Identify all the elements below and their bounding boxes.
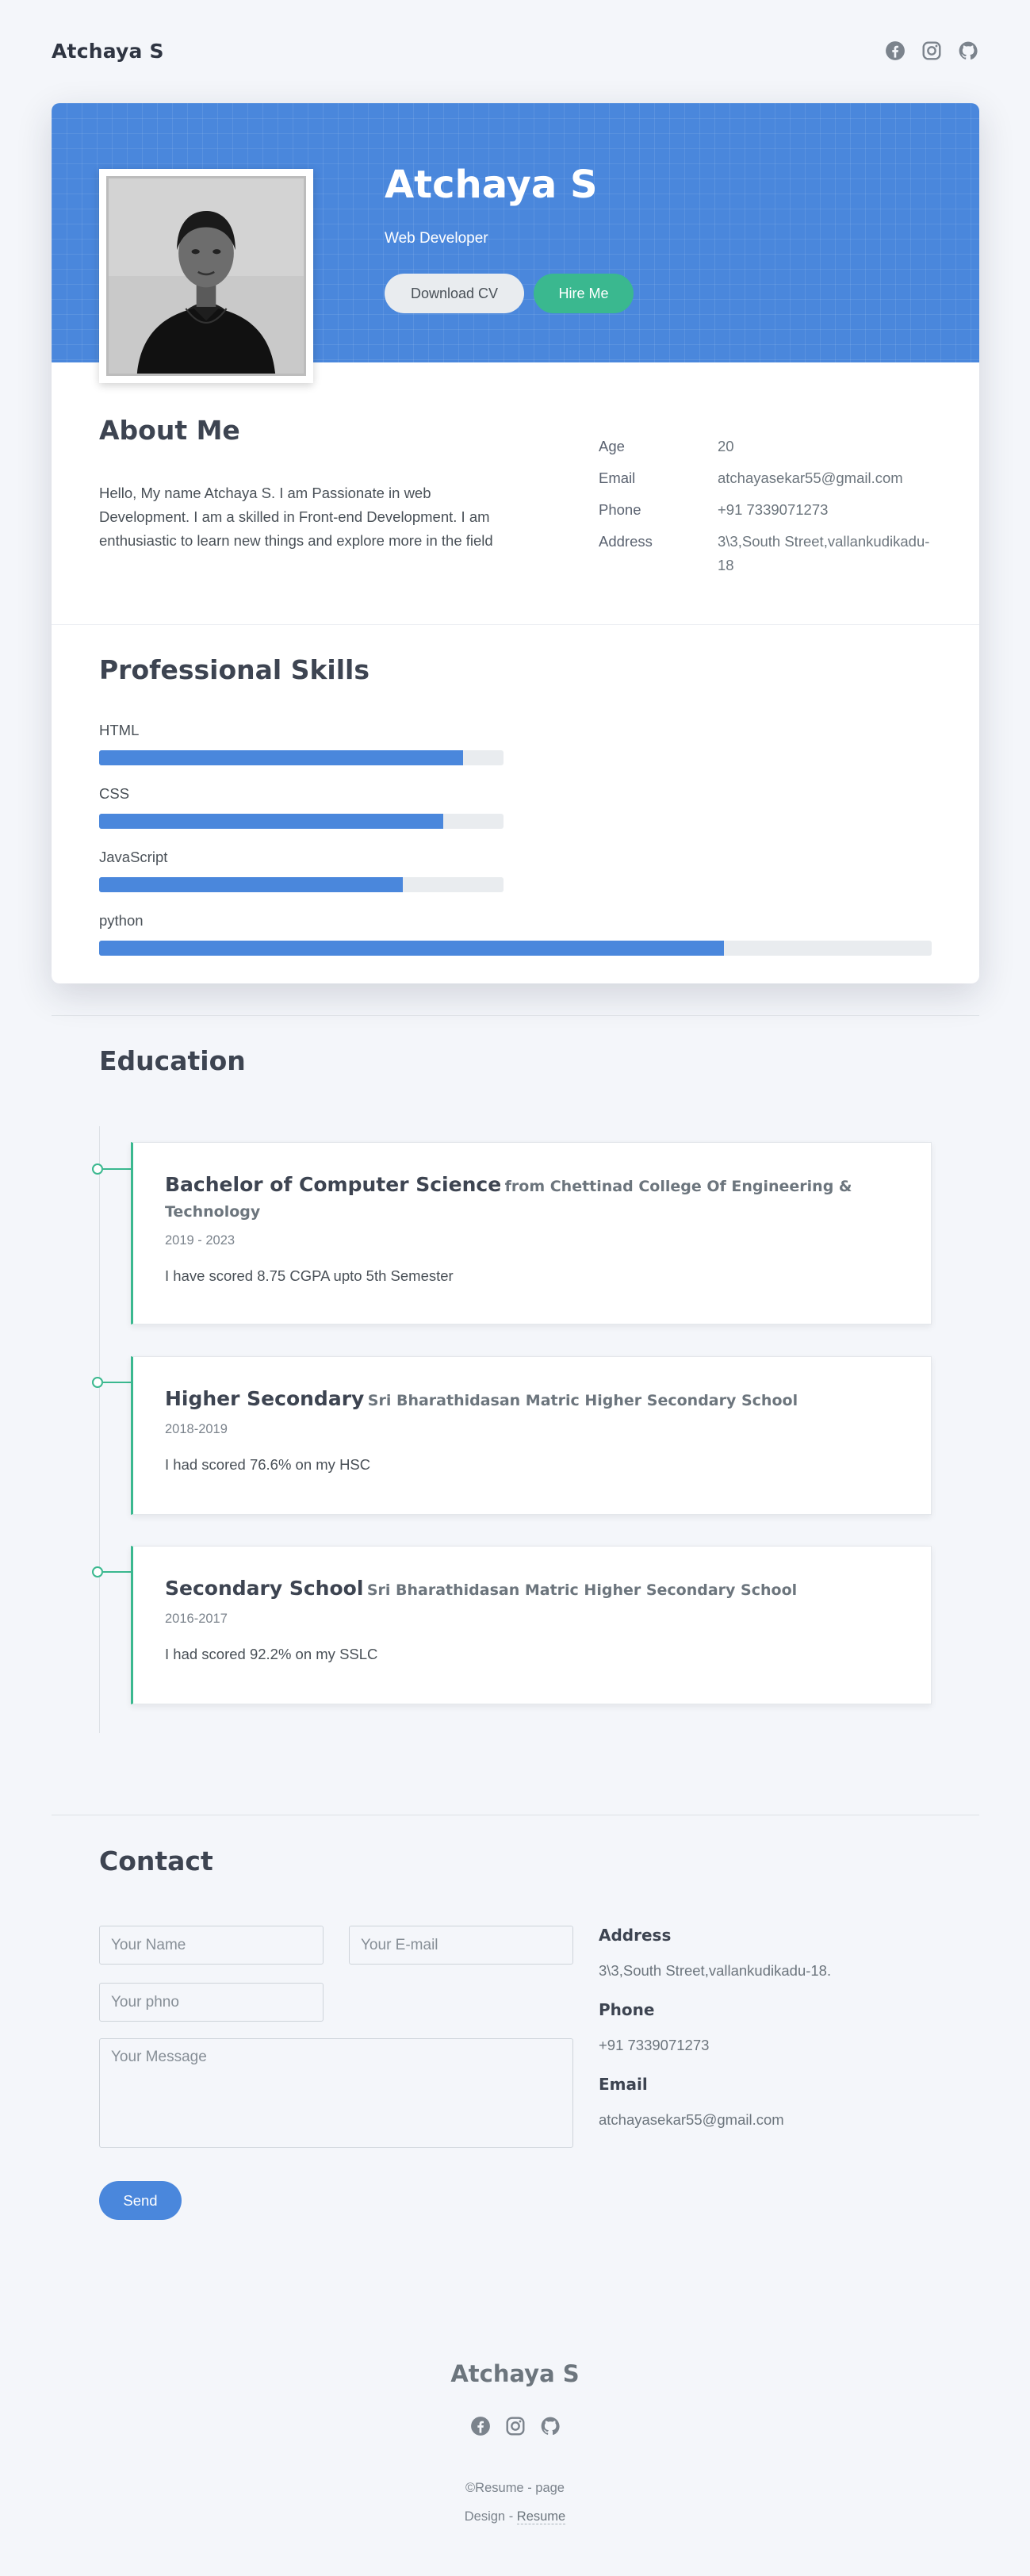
instagram-icon[interactable] (504, 2415, 526, 2437)
footer-social-links (0, 2415, 1030, 2437)
contact-email: Email atchayasekar55@gmail.com (599, 2075, 963, 2129)
education-description: I have scored 8.75 CGPA upto 5th Semeste… (165, 1267, 454, 1284)
education-item: Bachelor of Computer Science from Chetti… (131, 1142, 932, 1324)
skill-bar (99, 877, 504, 892)
skill-label: HTML (99, 722, 140, 738)
hero-role: Web Developer (385, 230, 488, 247)
skill-python: python (99, 912, 932, 956)
info-row-email: Email atchayasekar55@gmail.com (599, 466, 932, 490)
education-years: 2016-2017 (165, 1612, 228, 1626)
school-name: Sri Bharathidasan Matric Higher Secondar… (366, 1581, 798, 1599)
name-input[interactable] (99, 1926, 324, 1965)
education-description: I had scored 76.6% on my HSC (165, 1456, 371, 1473)
facebook-icon[interactable] (884, 40, 906, 62)
skill-bar (99, 814, 504, 829)
info-value: atchayasekar55@gmail.com (718, 470, 903, 486)
timeline-dot (92, 1566, 103, 1577)
email-input[interactable] (349, 1926, 573, 1965)
education-item: Secondary School Sri Bharathidasan Matri… (131, 1546, 932, 1704)
contact-address-value: 3\3,South Street,vallankudikadu-18. (599, 1962, 832, 1979)
contact-address: Address 3\3,South Street,vallankudikadu-… (599, 1926, 963, 1980)
timeline-line (99, 1126, 100, 1733)
contact-email-value: atchayasekar55@gmail.com (599, 2111, 784, 2128)
instagram-icon[interactable] (921, 40, 943, 62)
contact-address-label: Address (599, 1926, 672, 1945)
info-value: +91 7339071273 (718, 501, 829, 518)
about-title: About Me (99, 415, 240, 446)
education-title: Education (99, 1045, 246, 1076)
skill-bar-fill (99, 941, 724, 956)
timeline-connector (103, 1382, 133, 1383)
social-links (884, 40, 979, 62)
info-row-phone: Phone +91 7339071273 (599, 498, 932, 522)
info-value: 3\3,South Street,vallankudikadu-18 (718, 533, 930, 573)
hire-me-button[interactable]: Hire Me (534, 274, 634, 313)
skill-bar-fill (99, 814, 443, 829)
message-textarea[interactable] (99, 2038, 573, 2148)
skill-html: HTML (99, 722, 504, 765)
info-key: Address (599, 533, 653, 550)
timeline-dot (92, 1377, 103, 1388)
send-button[interactable]: Send (99, 2181, 182, 2220)
school-name: Sri Bharathidasan Matric Higher Secondar… (367, 1392, 798, 1409)
skills-title: Professional Skills (99, 654, 369, 685)
info-row-address: Address 3\3,South Street,vallankudikadu-… (599, 530, 932, 577)
github-icon[interactable] (957, 40, 979, 62)
brand-name[interactable]: Atchaya S (52, 40, 164, 63)
profile-photo-frame (99, 169, 313, 383)
timeline-dot (92, 1163, 103, 1175)
design-link[interactable]: Resume (516, 2509, 566, 2524)
education-years: 2019 - 2023 (165, 1233, 235, 1248)
info-key: Email (599, 470, 636, 486)
footer-brand: Atchaya S (450, 2360, 580, 2387)
about-text: Hello, My name Atchaya S. I am Passionat… (99, 485, 493, 549)
education-years: 2018-2019 (165, 1422, 228, 1436)
skill-bar-fill (99, 750, 463, 765)
timeline-connector (103, 1168, 133, 1170)
skill-javascript: JavaScript (99, 849, 504, 892)
skill-bar-fill (99, 877, 403, 892)
contact-title: Contact (99, 1846, 213, 1876)
profile-photo (106, 176, 306, 376)
top-navbar: Atchaya S (52, 35, 979, 67)
info-row-age: Age 20 (599, 435, 932, 458)
hero-name: Atchaya S (385, 163, 598, 207)
facebook-icon[interactable] (469, 2415, 492, 2437)
profile-card: Atchaya S Web Developer Download CV Hire… (52, 103, 979, 983)
section-divider (52, 1015, 979, 1016)
section-divider (52, 624, 979, 625)
degree-title: Bachelor of Computer Science (165, 1173, 502, 1196)
skill-css: CSS (99, 785, 504, 829)
contact-phone: Phone +91 7339071273 (599, 2000, 963, 2054)
skill-label: python (99, 912, 144, 929)
info-value: 20 (718, 438, 734, 454)
education-item: Higher Secondary Sri Bharathidasan Matri… (131, 1356, 932, 1515)
degree-title: Secondary School (165, 1577, 364, 1600)
info-key: Age (599, 438, 625, 454)
skill-bar (99, 941, 932, 956)
skill-label: CSS (99, 785, 130, 802)
footer-copyright: ©Resume - page (465, 2481, 565, 2495)
timeline-connector (103, 1571, 133, 1573)
contact-phone-label: Phone (599, 2000, 655, 2019)
degree-title: Higher Secondary (165, 1387, 365, 1410)
hero-actions: Download CV Hire Me (385, 274, 634, 313)
skill-bar (99, 750, 504, 765)
skill-label: JavaScript (99, 849, 168, 865)
footer-design-credit: Design - Resume (0, 2509, 1030, 2524)
design-prefix: Design - (464, 2509, 517, 2524)
info-key: Phone (599, 501, 641, 518)
personal-info: Age 20 Email atchayasekar55@gmail.com Ph… (599, 435, 932, 585)
download-cv-button[interactable]: Download CV (385, 274, 524, 313)
education-description: I had scored 92.2% on my SSLC (165, 1646, 378, 1662)
contact-phone-value: +91 7339071273 (599, 2037, 710, 2053)
github-icon[interactable] (539, 2415, 561, 2437)
phone-input[interactable] (99, 1983, 324, 2022)
contact-email-label: Email (599, 2075, 648, 2094)
